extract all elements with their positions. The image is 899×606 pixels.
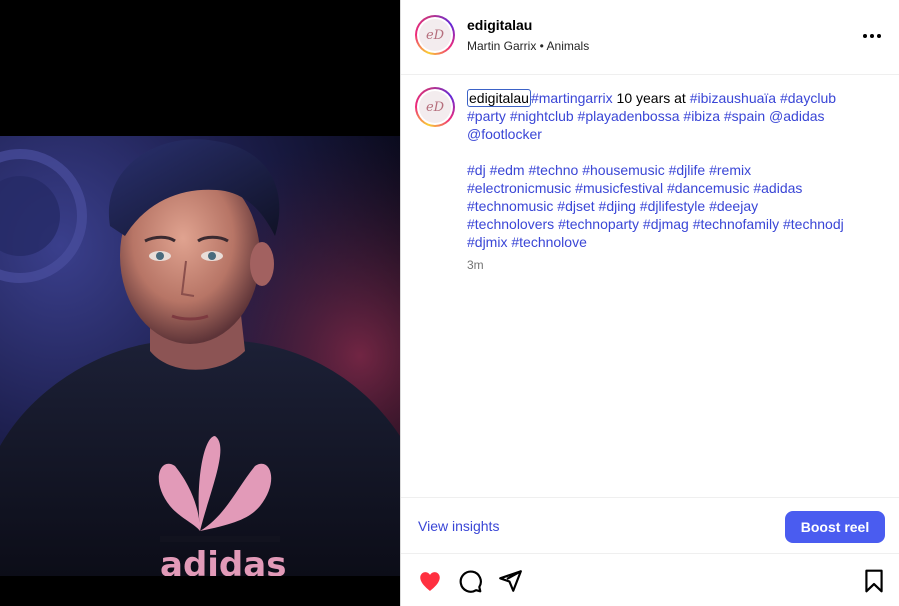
caption-username[interactable]: edigitalau xyxy=(467,89,531,107)
caption-line-1: edigitalau #martingarrix 10 years at #ibi… xyxy=(467,89,887,107)
bookmark-icon[interactable] xyxy=(861,568,887,594)
hashtag-line: #technolovers #technoparty #djmag #techn… xyxy=(467,215,887,233)
action-bar xyxy=(401,556,899,606)
shirt-logo-text: adidas xyxy=(160,545,286,576)
post-detail-panel: eD edigitalau Martin Garrix • Animals eD… xyxy=(400,0,899,606)
photo-illustration: adidas xyxy=(0,136,400,576)
hashtag-link[interactable]: #playadenbossa xyxy=(578,108,680,124)
hashtag-link[interactable]: #djmag xyxy=(643,216,689,232)
audio-label[interactable]: Martin Garrix • Animals xyxy=(467,39,589,53)
boost-reel-button[interactable]: Boost reel xyxy=(785,511,885,543)
hashtag-link[interactable]: #housemusic xyxy=(582,162,665,178)
hashtag-line: #technomusic #djset #djing #djlifestyle … xyxy=(467,197,887,215)
hashtag-link[interactable]: #martingarrix xyxy=(531,90,613,106)
hashtag-link[interactable]: #adidas xyxy=(753,180,802,196)
hashtag-link[interactable]: #edm xyxy=(490,162,525,178)
hashtag-link[interactable]: #deejay xyxy=(709,198,758,214)
hashtag-link[interactable]: #technofamily xyxy=(693,216,779,232)
hashtag-link[interactable]: #ibizaushuaïa xyxy=(690,90,776,106)
hashtag-link[interactable]: #electronicmusic xyxy=(467,180,571,196)
hashtag-link[interactable]: #djset xyxy=(557,198,594,214)
hashtag-link[interactable]: #technolovers xyxy=(467,216,554,232)
post-photo[interactable]: adidas xyxy=(0,136,400,576)
hashtag-link[interactable]: #djing xyxy=(599,198,636,214)
hashtag-link[interactable]: #techno xyxy=(529,162,579,178)
hashtag-link[interactable]: #djmix xyxy=(467,234,507,250)
caption-text: edigitalau #martingarrix 10 years at #ibi… xyxy=(467,89,887,251)
hashtag-link[interactable]: #dayclub xyxy=(780,90,836,106)
post-header: eD edigitalau Martin Garrix • Animals xyxy=(401,0,899,75)
hashtag-line: #dj #edm #techno #housemusic #djlife #re… xyxy=(467,161,887,179)
hashtag-block: #dj #edm #techno #housemusic #djlife #re… xyxy=(467,161,887,251)
hashtag-link[interactable]: #technomusic xyxy=(467,198,553,214)
hashtag-link[interactable]: #technolove xyxy=(511,234,587,250)
share-icon[interactable] xyxy=(497,568,523,594)
hashtag-link[interactable]: #ibiza xyxy=(683,108,720,124)
mention-link[interactable]: @footlocker xyxy=(467,126,542,142)
hashtag-link[interactable]: #dancemusic xyxy=(667,180,750,196)
view-insights-link[interactable]: View insights xyxy=(418,518,499,534)
hashtag-link[interactable]: #nightclub xyxy=(510,108,574,124)
hashtag-link[interactable]: #spain xyxy=(724,108,765,124)
hashtag-link[interactable]: #remix xyxy=(709,162,751,178)
heart-icon[interactable] xyxy=(417,568,443,594)
mention-link[interactable]: @adidas xyxy=(769,108,824,124)
caption-avatar[interactable]: eD xyxy=(415,87,455,127)
comment-icon[interactable] xyxy=(457,568,483,594)
more-options-icon[interactable] xyxy=(858,24,886,48)
hashtag-link[interactable]: #musicfestival xyxy=(575,180,663,196)
hashtag-link[interactable]: #technodj xyxy=(783,216,844,232)
avatar[interactable]: eD xyxy=(415,15,455,55)
hashtag-link[interactable]: #party xyxy=(467,108,506,124)
post-timestamp[interactable]: 3m xyxy=(467,258,484,272)
caption-line-2: #party #nightclub #playadenbossa #ibiza … xyxy=(467,107,887,125)
hashtag-link[interactable]: #technoparty xyxy=(558,216,639,232)
post-username[interactable]: edigitalau xyxy=(467,17,532,33)
post-media[interactable]: adidas xyxy=(0,0,400,606)
avatar-initials: eD xyxy=(419,91,451,123)
hashtag-link[interactable]: #dj xyxy=(467,162,486,178)
hashtag-line: #electronicmusic #musicfestival #dancemu… xyxy=(467,179,887,197)
hashtag-link[interactable]: #djlifestyle xyxy=(640,198,705,214)
avatar-initials: eD xyxy=(419,19,451,51)
hashtag-link[interactable]: #djlife xyxy=(669,162,706,178)
media-bottom-bar xyxy=(0,576,400,606)
insights-bar: View insights Boost reel xyxy=(401,497,899,554)
hashtag-line: #djmix #technolove xyxy=(467,233,887,251)
caption-plain-text: 10 years at xyxy=(612,90,690,106)
caption-line-3: @footlocker xyxy=(467,125,887,143)
